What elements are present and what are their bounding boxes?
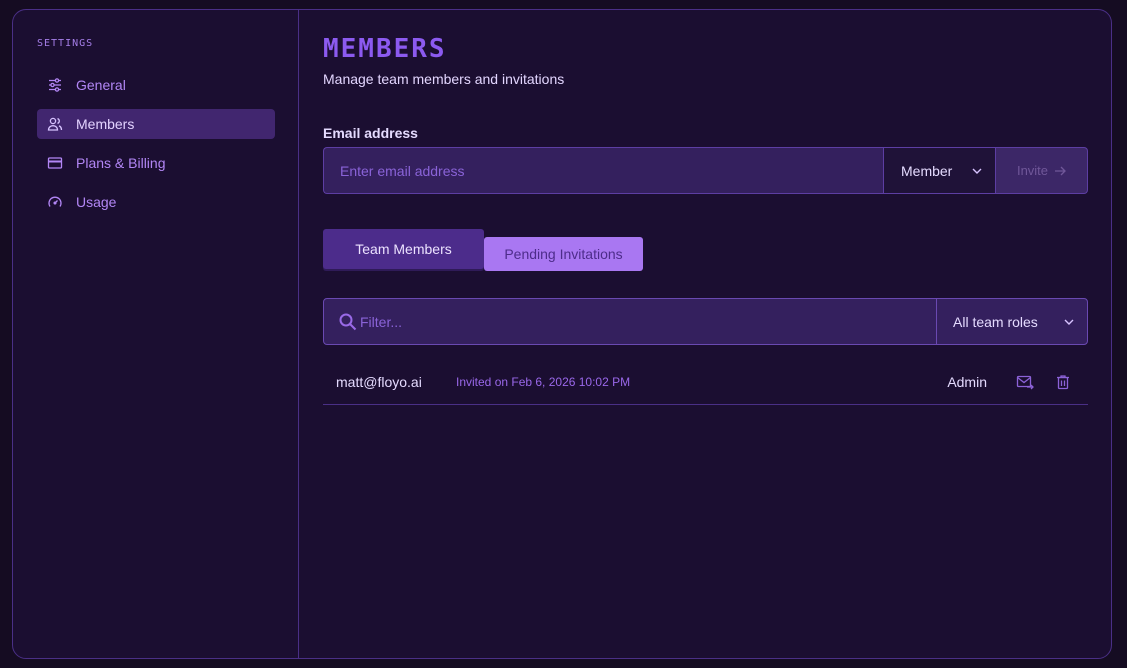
gauge-icon <box>46 193 64 211</box>
tab-label: Team Members <box>355 241 452 257</box>
sidebar-item-label: Members <box>76 116 135 132</box>
invited-date: Invited on Feb 6, 2026 10:02 PM <box>456 374 631 389</box>
tabs: Team Members Pending Invitations <box>323 229 643 271</box>
main-content: MEMBERS Manage team members and invitati… <box>323 10 1088 658</box>
sidebar-heading: SETTINGS <box>37 38 94 49</box>
settings-window: SETTINGS General Members Plans & Billing… <box>12 9 1112 659</box>
sidebar: SETTINGS General Members Plans & Billing… <box>13 10 299 658</box>
arrow-right-icon <box>1055 166 1066 175</box>
credit-card-icon <box>46 154 64 172</box>
role-select[interactable]: Member <box>883 147 996 194</box>
search-icon <box>324 299 358 344</box>
member-email: matt@floyo.ai <box>336 373 422 390</box>
resend-mail-icon[interactable] <box>1015 372 1035 392</box>
tab-team-members[interactable]: Team Members <box>323 229 484 269</box>
email-label: Email address <box>323 125 418 141</box>
team-roles-value: All team roles <box>953 313 1038 330</box>
team-roles-select[interactable]: All team roles <box>936 299 1087 344</box>
users-icon <box>46 115 64 133</box>
sidebar-item-usage[interactable]: Usage <box>37 187 275 217</box>
chevron-down-icon <box>972 168 982 174</box>
tab-pending-invitations[interactable]: Pending Invitations <box>484 237 643 271</box>
filter-input[interactable] <box>358 299 936 344</box>
sidebar-item-members[interactable]: Members <box>37 109 275 139</box>
role-select-value: Member <box>901 162 953 179</box>
chevron-down-icon <box>1064 319 1074 325</box>
sidebar-item-plans-billing[interactable]: Plans & Billing <box>37 148 275 178</box>
invite-button[interactable]: Invite <box>996 147 1088 194</box>
sidebar-item-label: Plans & Billing <box>76 155 166 171</box>
sidebar-item-label: General <box>76 77 126 93</box>
sidebar-item-label: Usage <box>76 194 117 210</box>
table-row: matt@floyo.ai Invited on Feb 6, 2026 10:… <box>323 359 1088 405</box>
sliders-icon <box>46 76 64 94</box>
filter-row: All team roles <box>323 298 1088 345</box>
page-title: MEMBERS <box>323 34 447 64</box>
trash-icon[interactable] <box>1053 372 1073 392</box>
sidebar-nav: General Members Plans & Billing Usage <box>37 70 275 226</box>
email-input[interactable] <box>323 147 883 194</box>
sidebar-item-general[interactable]: General <box>37 70 275 100</box>
page-subtitle: Manage team members and invitations <box>323 71 565 87</box>
invite-button-label: Invite <box>1016 163 1049 178</box>
invite-row: Member Invite <box>323 147 1088 194</box>
member-role: Admin <box>947 373 987 390</box>
tab-label: Pending Invitations <box>504 246 623 262</box>
